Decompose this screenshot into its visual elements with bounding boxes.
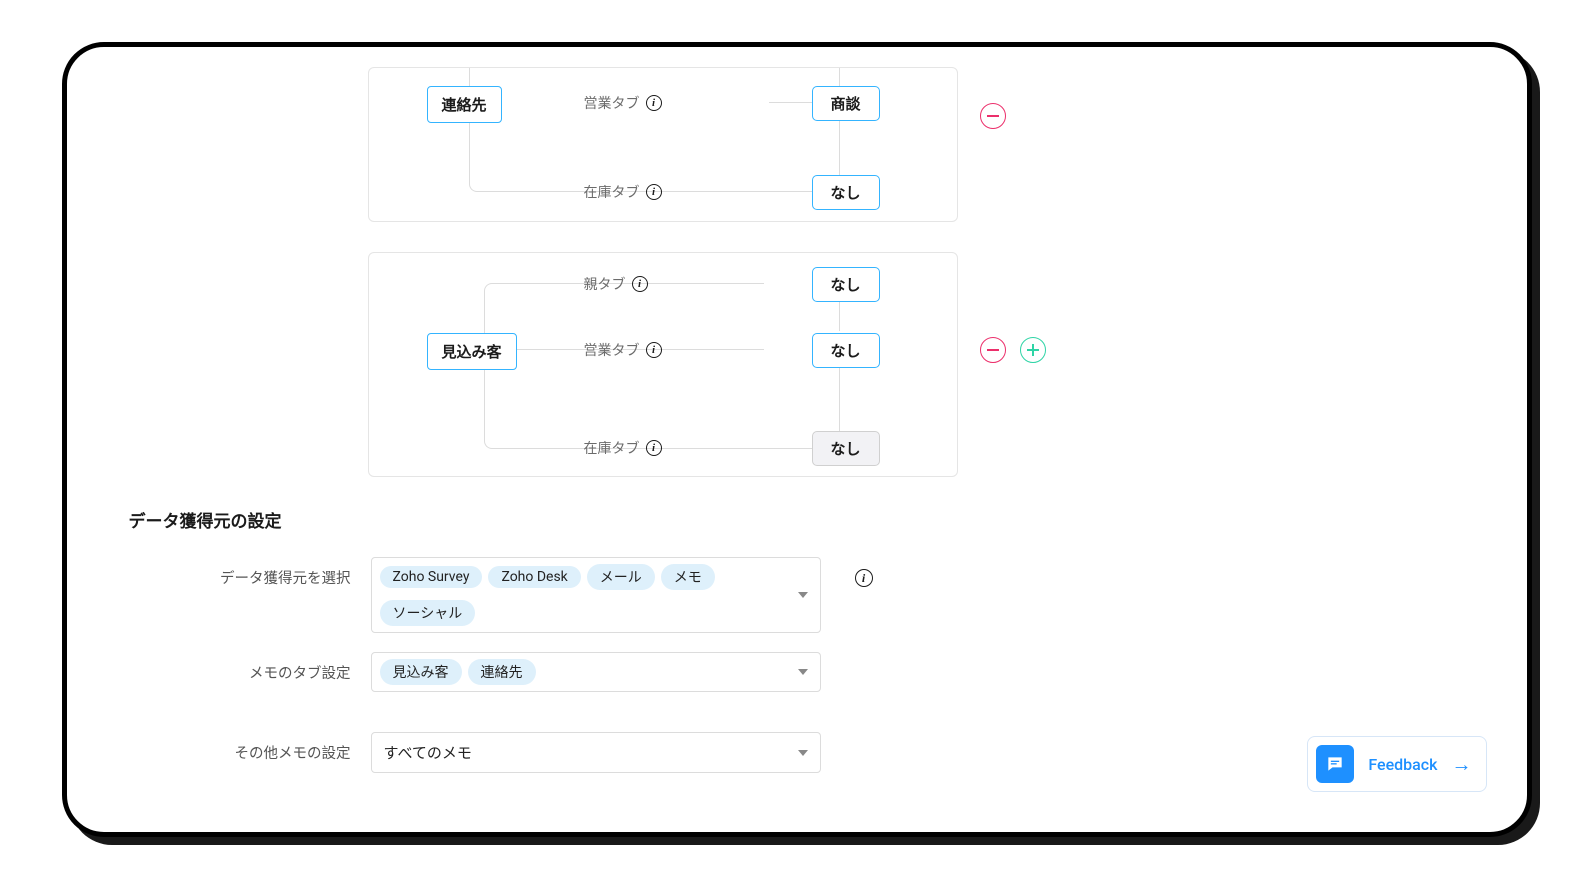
chat-icon [1316,745,1354,783]
row-label-inventory: 在庫タブ i [584,431,662,465]
memo-tabs-multiselect[interactable]: 見込み客 連絡先 [371,652,821,692]
info-icon[interactable]: i [855,569,873,587]
chevron-down-icon [798,592,808,598]
add-button[interactable] [1020,337,1046,363]
value-pill[interactable]: なし [812,431,880,466]
module-chip[interactable]: 見込み客 [427,333,517,370]
info-icon[interactable]: i [646,440,662,456]
chevron-down-icon [798,669,808,675]
other-memo-select[interactable]: すべてのメモ [371,732,821,773]
form-label: メモのタブ設定 [161,652,351,683]
chip[interactable]: メモ [661,564,715,590]
mapping-card: 連絡先 営業タブ i 商談 在庫タブ i なし [368,67,958,222]
row-label-parent: 親タブ i [584,267,648,301]
chip[interactable]: 連絡先 [468,659,536,685]
device-frame: 連絡先 営業タブ i 商談 在庫タブ i なし 見込み客 [62,42,1532,837]
mapping-card: 見込み客 親タブ i なし 営業タブ i なし 在庫タブ i なし [368,252,958,477]
form-row-source: データ獲得元を選択 Zoho Survey Zoho Desk メール メモ ソ… [161,557,873,633]
row-label-inventory: 在庫タブ i [584,175,662,209]
value-pill[interactable]: なし [812,175,880,210]
row-label-sales: 営業タブ i [584,333,662,367]
chip[interactable]: Zoho Survey [380,566,483,588]
feedback-label: Feedback [1368,755,1437,774]
form-row-other-memo: その他メモの設定 すべてのメモ [161,732,821,773]
canvas: 連絡先 営業タブ i 商談 在庫タブ i なし 見込み客 [87,67,1507,812]
info-icon[interactable]: i [646,95,662,111]
chip[interactable]: 見込み客 [380,659,462,685]
form-label: データ獲得元を選択 [161,557,351,588]
feedback-button[interactable]: Feedback → [1307,736,1486,792]
arrow-right-icon: → [1452,752,1472,777]
info-icon[interactable]: i [646,342,662,358]
form-label: その他メモの設定 [161,732,351,763]
card-actions [980,103,1006,129]
remove-button[interactable] [980,337,1006,363]
form-row-memo-tabs: メモのタブ設定 見込み客 連絡先 [161,652,821,692]
card-actions [980,337,1046,363]
section-heading: データ獲得元の設定 [129,507,282,532]
value-pill[interactable]: なし [812,267,880,302]
chevron-down-icon [798,750,808,756]
source-multiselect[interactable]: Zoho Survey Zoho Desk メール メモ ソーシャル [371,557,821,633]
chip[interactable]: メール [587,564,655,590]
remove-button[interactable] [980,103,1006,129]
value-pill[interactable]: 商談 [812,86,880,121]
row-label-sales: 営業タブ i [584,86,662,120]
info-icon[interactable]: i [646,184,662,200]
module-chip[interactable]: 連絡先 [427,86,502,123]
info-icon[interactable]: i [632,276,648,292]
chip[interactable]: Zoho Desk [488,566,580,588]
chip[interactable]: ソーシャル [380,600,476,626]
value-pill[interactable]: なし [812,333,880,368]
